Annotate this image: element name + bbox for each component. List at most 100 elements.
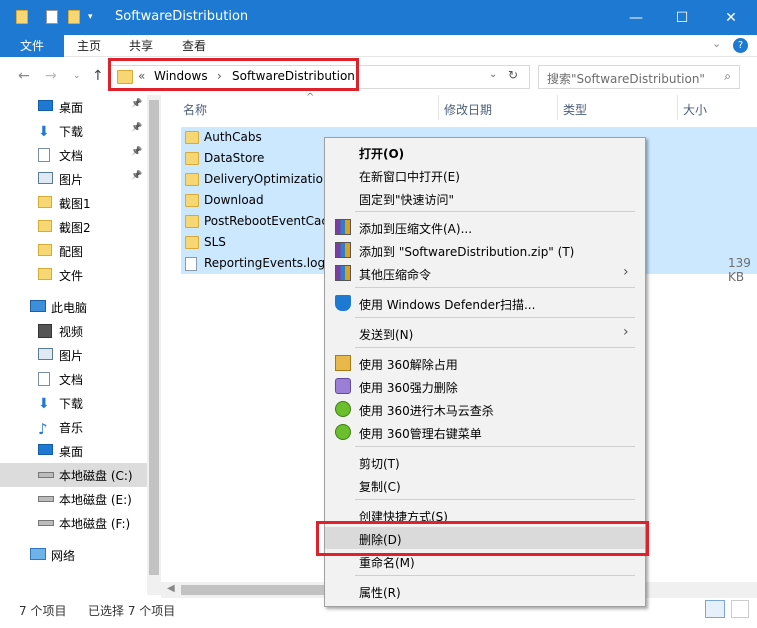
menu-item-10[interactable]: 发送到(N) › xyxy=(325,322,645,344)
sidebar-item-label: 文档 xyxy=(59,149,84,163)
menu-item-label: 在新窗口中打开(E) xyxy=(359,170,460,184)
menu-item-5[interactable]: 添加到 "SoftwareDistribution.zip" (T) xyxy=(325,239,645,261)
submenu-arrow-icon: › xyxy=(623,264,629,280)
sidebar-item-label: 视频 xyxy=(59,325,84,339)
folder-icon xyxy=(185,173,199,186)
sidebar-item-quick-0[interactable]: 桌面 📌 xyxy=(0,95,147,119)
column-header-name[interactable]: 名称 xyxy=(183,101,207,118)
minimize-button[interactable]: — xyxy=(613,0,659,35)
expand-ribbon-icon[interactable]: ⌄ xyxy=(712,37,721,50)
document-icon xyxy=(38,372,50,386)
menu-item-2[interactable]: 固定到"快速访问" xyxy=(325,187,645,209)
help-icon[interactable]: ? xyxy=(733,38,748,53)
close-button[interactable]: ✕ xyxy=(705,0,757,35)
tab-share[interactable]: 共享 xyxy=(129,35,153,57)
menu-item-13[interactable]: 使用 360强力删除 xyxy=(325,375,645,397)
properties-icon[interactable] xyxy=(46,10,58,24)
pin-icon: 📌 xyxy=(131,147,143,157)
sidebar-item-label: 下载 xyxy=(59,125,84,139)
scrollbar-thumb[interactable] xyxy=(149,100,159,575)
unlock-360-icon xyxy=(335,355,351,371)
search-input[interactable]: 搜索"SoftwareDistribution" ⌕ xyxy=(538,65,740,89)
menu-item-14[interactable]: 使用 360进行木马云查杀 xyxy=(325,398,645,420)
menu-item-24[interactable]: 属性(R) xyxy=(325,580,645,602)
column-header-date[interactable]: 修改日期 xyxy=(444,101,492,118)
shred-360-icon xyxy=(335,378,351,394)
menu-item-label: 添加到 "SoftwareDistribution.zip" (T) xyxy=(359,245,575,259)
sidebar-item-quick-5[interactable]: 截图2 xyxy=(0,215,147,239)
maximize-button[interactable]: ☐ xyxy=(659,0,705,35)
sidebar-item-pc-8[interactable]: 本地磁盘 (E:) xyxy=(0,487,147,511)
sidebar-item-label: 图片 xyxy=(59,173,84,187)
column-header-size[interactable]: 大小 xyxy=(683,101,707,118)
navigation-pane-scrollbar[interactable] xyxy=(147,95,161,595)
new-folder-icon[interactable] xyxy=(68,10,80,24)
sidebar-item-quick-2[interactable]: 文档 📌 xyxy=(0,143,147,167)
sidebar-item-quick-6[interactable]: 配图 xyxy=(0,239,147,263)
sidebar-item-quick-3[interactable]: 图片 📌 xyxy=(0,167,147,191)
menu-item-label: 使用 360解除占用 xyxy=(359,358,458,372)
archive-icon xyxy=(335,265,351,281)
sidebar-item-pc-3[interactable]: 文档 xyxy=(0,367,147,391)
desktop-icon xyxy=(38,444,53,455)
sidebar-item-pc-5[interactable]: ♪ 音乐 xyxy=(0,415,147,439)
large-icons-view-icon[interactable] xyxy=(731,600,749,618)
address-dropdown-icon[interactable]: ⌄ xyxy=(489,69,497,80)
up-arrow-icon[interactable]: ↑ xyxy=(92,68,104,84)
scroll-left-icon[interactable]: ◀ xyxy=(167,583,175,594)
search-icon[interactable]: ⌕ xyxy=(724,69,731,84)
sidebar-item-pc-4[interactable]: ⬇ 下载 xyxy=(0,391,147,415)
sidebar-item-pc-6[interactable]: 桌面 xyxy=(0,439,147,463)
menu-separator xyxy=(355,211,635,212)
sidebar-item-pc-0[interactable]: 此电脑 xyxy=(0,295,147,319)
menu-separator xyxy=(355,575,635,576)
menu-item-label: 属性(R) xyxy=(359,586,401,600)
column-header-type[interactable]: 类型 xyxy=(563,101,587,118)
folder-icon xyxy=(38,244,52,256)
menu-item-1[interactable]: 在新窗口中打开(E) xyxy=(325,164,645,186)
customize-toolbar-icon[interactable]: ▾ xyxy=(88,12,93,22)
tab-home[interactable]: 主页 xyxy=(77,35,101,57)
sidebar-item-quick-4[interactable]: 截图1 xyxy=(0,191,147,215)
search-placeholder: 搜索"SoftwareDistribution" xyxy=(547,72,705,86)
sidebar-item-quick-7[interactable]: 文件 xyxy=(0,263,147,287)
menu-item-6[interactable]: 其他压缩命令 › xyxy=(325,262,645,284)
picture-icon xyxy=(38,172,53,184)
sidebar-item-label: 截图2 xyxy=(59,221,91,235)
sidebar-item-pc-1[interactable]: 视频 xyxy=(0,319,147,343)
sidebar-item-pc-9[interactable]: 本地磁盘 (F:) xyxy=(0,511,147,535)
sidebar-item-label: 配图 xyxy=(59,245,84,259)
folder-icon xyxy=(185,194,199,207)
menu-item-18[interactable]: 复制(C) xyxy=(325,474,645,496)
menu-item-label: 重命名(M) xyxy=(359,556,415,570)
window-title: SoftwareDistribution xyxy=(115,9,249,24)
menu-item-12[interactable]: 使用 360解除占用 xyxy=(325,352,645,374)
menu-item-8[interactable]: 使用 Windows Defender扫描... xyxy=(325,292,645,314)
sidebar-item-label: 本地磁盘 (E:) xyxy=(59,493,132,507)
menu-item-4[interactable]: 添加到压缩文件(A)... xyxy=(325,216,645,238)
sidebar-item-network[interactable]: 网络 xyxy=(0,543,147,567)
delete-highlight-frame xyxy=(316,521,649,556)
back-arrow-icon[interactable]: ← xyxy=(18,68,30,84)
scan-360-icon xyxy=(335,401,351,417)
forward-arrow-icon[interactable]: → xyxy=(45,68,57,84)
tab-view[interactable]: 查看 xyxy=(182,35,206,57)
folder-icon xyxy=(185,131,199,144)
sidebar-item-quick-1[interactable]: ⬇ 下载 📌 xyxy=(0,119,147,143)
manage-360-icon xyxy=(335,424,351,440)
tab-file[interactable]: 文件 xyxy=(0,35,64,57)
menu-item-0[interactable]: 打开(O) xyxy=(325,141,645,163)
menu-item-15[interactable]: 使用 360管理右键菜单 xyxy=(325,421,645,443)
menu-item-label: 其他压缩命令 xyxy=(359,268,432,282)
recent-locations-icon[interactable]: ⌄ xyxy=(73,71,81,81)
sidebar-item-label: 桌面 xyxy=(59,445,84,459)
menu-item-label: 固定到"快速访问" xyxy=(359,193,455,207)
network-icon xyxy=(30,548,46,560)
folder-icon xyxy=(185,152,199,165)
sidebar-item-pc-7[interactable]: 本地磁盘 (C:) xyxy=(0,463,147,487)
menu-item-17[interactable]: 剪切(T) xyxy=(325,451,645,473)
details-view-icon[interactable] xyxy=(705,600,725,618)
refresh-icon[interactable]: ↻ xyxy=(508,68,518,82)
sidebar-item-pc-2[interactable]: 图片 xyxy=(0,343,147,367)
menu-separator xyxy=(355,287,635,288)
